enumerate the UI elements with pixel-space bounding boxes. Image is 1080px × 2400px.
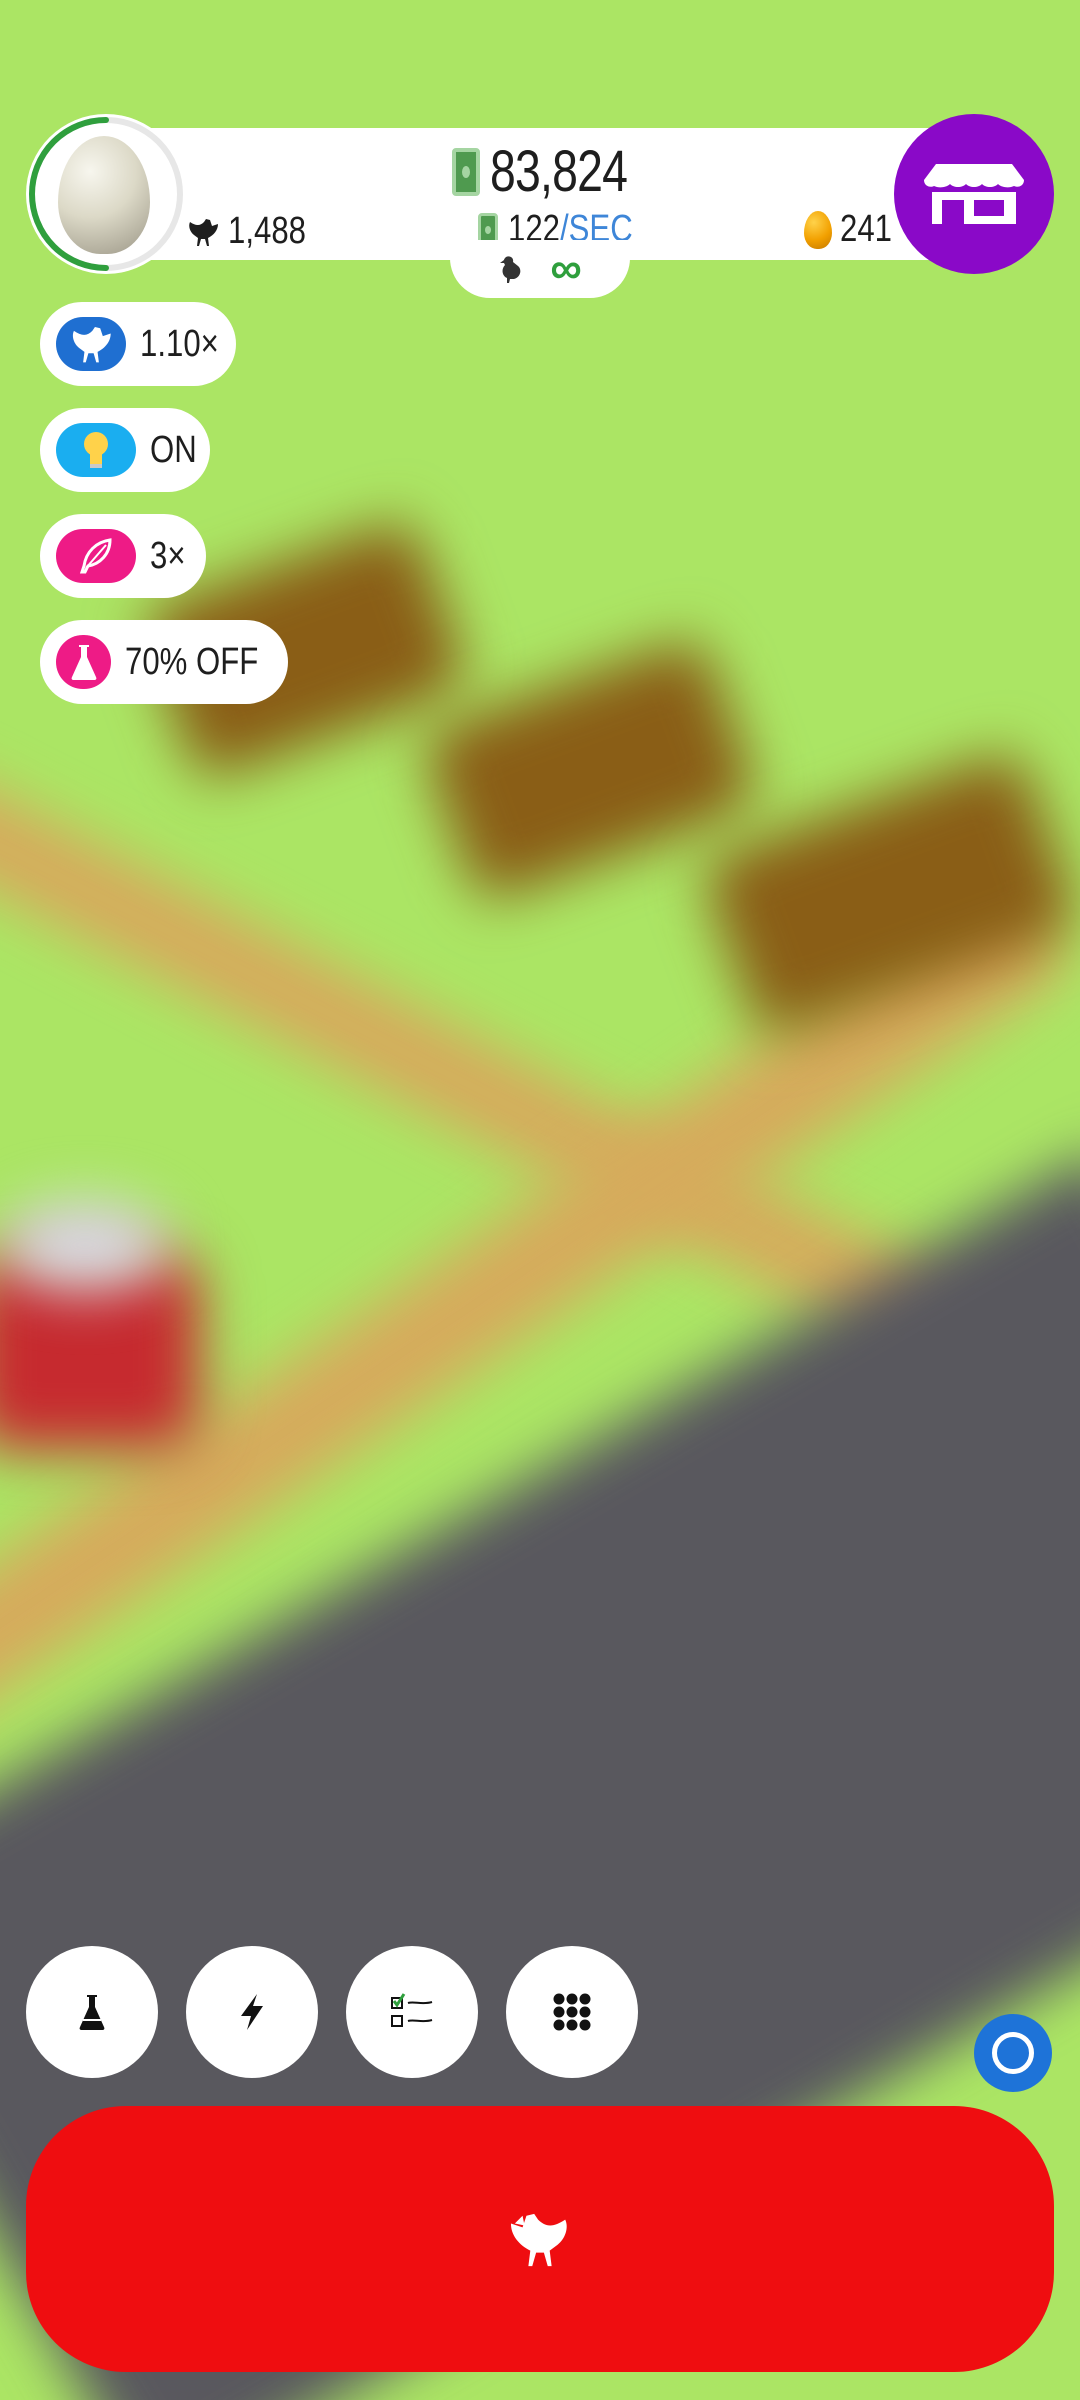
golden-egg-count: 241 <box>804 208 903 251</box>
flask-icon <box>79 1995 105 2030</box>
lightbulb-icon <box>84 432 108 468</box>
boost-pill <box>56 529 136 583</box>
chicken-icon <box>510 2213 567 2267</box>
assistant-button[interactable] <box>974 2014 1052 2092</box>
boosts-button[interactable] <box>186 1946 318 2078</box>
grid-menu-icon <box>553 1993 591 2031</box>
chicken-count: 1,488 <box>186 210 323 253</box>
boost-feather[interactable]: 3× <box>40 514 206 598</box>
golden-egg-icon <box>804 210 832 249</box>
boost-label: 1.10× <box>139 322 219 365</box>
boost-label: 3× <box>150 534 186 577</box>
infinity-icon: ∞ <box>550 244 582 293</box>
missions-button[interactable] <box>346 1946 478 2078</box>
checklist-icon <box>391 1993 433 2027</box>
shop-icon <box>924 164 1024 224</box>
chicken-count-value: 1,488 <box>228 210 306 252</box>
flask-icon <box>71 645 97 680</box>
boost-pill <box>56 317 126 371</box>
chicken-icon <box>72 326 111 363</box>
menu-button[interactable] <box>506 1946 638 2078</box>
boost-research-discount[interactable]: 70% OFF <box>40 620 288 704</box>
boost-label: ON <box>150 428 197 471</box>
chicken-icon <box>189 218 218 246</box>
hatch-chicken-button[interactable] <box>26 2106 1054 2372</box>
cash-icon <box>452 147 480 196</box>
research-button[interactable] <box>26 1946 158 2078</box>
boost-lightbulb[interactable]: ON <box>40 408 210 492</box>
boost-label: 70% OFF <box>125 640 259 683</box>
boost-pill <box>56 635 112 689</box>
money-value: 83,824 <box>490 139 628 204</box>
feather-icon <box>79 538 112 574</box>
shop-button[interactable] <box>894 114 1054 274</box>
golden-egg-value: 241 <box>840 208 892 250</box>
chick-icon <box>500 256 521 283</box>
money-display: 83,824 <box>452 138 661 205</box>
habitat-tab[interactable]: ∞ <box>450 240 630 298</box>
lightning-icon <box>241 1994 263 2030</box>
circle-icon <box>992 2032 1034 2074</box>
boost-pill <box>56 423 136 477</box>
boost-chicken-multiplier[interactable]: 1.10× <box>40 302 236 386</box>
